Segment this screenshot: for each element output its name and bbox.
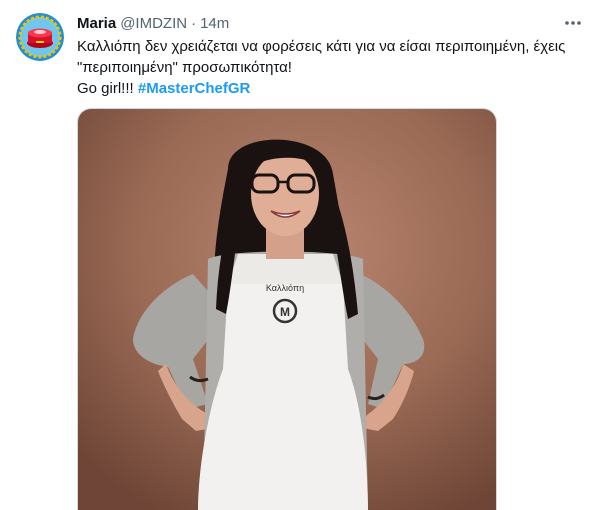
tweet-text-go-girl: Go girl!!! [77, 80, 138, 97]
more-options-icon [565, 21, 581, 25]
hashtag-link[interactable]: #MasterChefGR [138, 80, 251, 97]
more-options-button[interactable] [560, 12, 586, 34]
avatar[interactable] [16, 13, 64, 61]
tweet-header: Maria @IMDZIN · 14m [77, 13, 229, 33]
apron-name: Καλλιόπη [266, 283, 304, 293]
tweet-text-line-1: Καλλιόπη δεν χρειάζεται να φορέσεις κάτι… [77, 38, 566, 55]
separator-dot: · [191, 14, 197, 32]
tweet-text-line-3: Go girl!!! #MasterChefGR [77, 78, 587, 99]
display-name[interactable]: Maria [77, 15, 116, 32]
tweet-text-line-2: "περιποιημένη" προσωπικότητα! [77, 59, 292, 76]
red-cake-avatar-icon [16, 13, 64, 61]
tweet-photo[interactable]: Καλλιόπη M [77, 108, 497, 510]
tweet[interactable]: Maria @IMDZIN · 14m Καλλιόπη δεν χρειάζε… [0, 0, 602, 510]
contestant-photo: Καλλιόπη M [78, 109, 496, 510]
tweet-text: Καλλιόπη δεν χρειάζεται να φορέσεις κάτι… [77, 36, 587, 99]
user-handle[interactable]: @IMDZIN [120, 15, 187, 32]
tweet-timestamp[interactable]: 14m [200, 15, 229, 32]
apron-logo-letter: M [280, 305, 290, 319]
